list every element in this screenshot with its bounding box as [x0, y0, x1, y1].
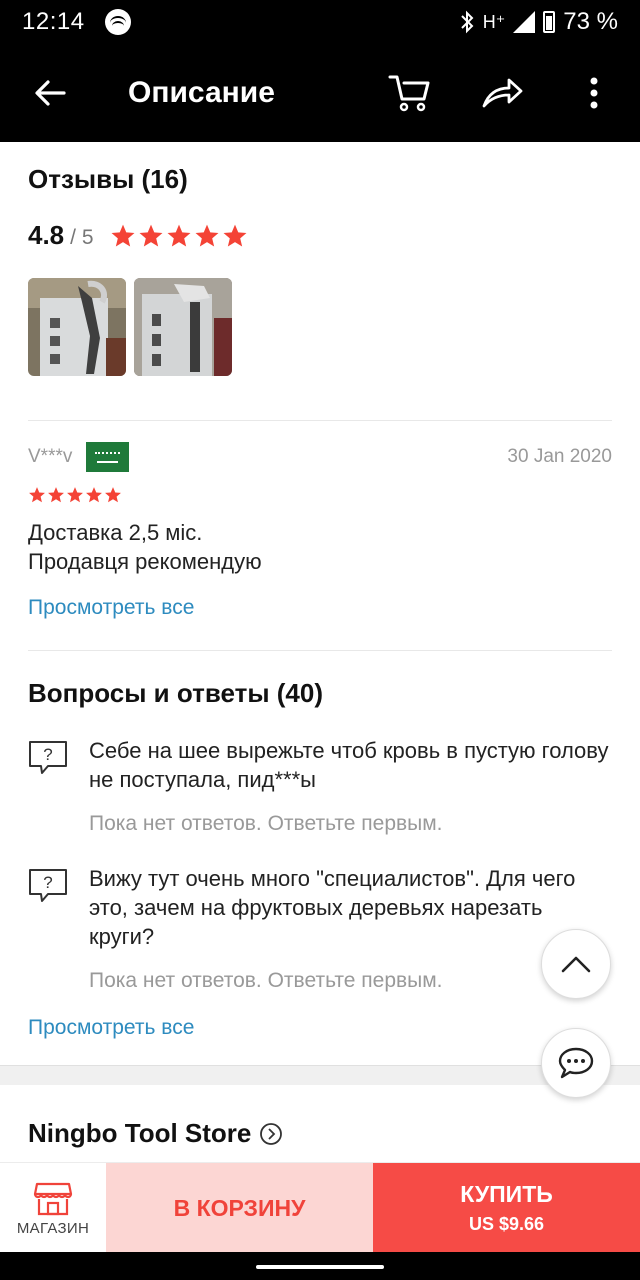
star-icon: [105, 487, 121, 503]
reviews-title: Отзывы (16): [28, 164, 188, 194]
qa-answer-status[interactable]: Пока нет ответов. Ответьте первым.: [89, 812, 612, 836]
store-icon: [33, 1182, 73, 1215]
rating-summary: 4.8 / 5: [28, 220, 248, 251]
chat-button[interactable]: [541, 1028, 611, 1098]
review-item: V***v 30 Jan 2020 Доставка 2,5 міс. Прод…: [28, 442, 612, 620]
store-header[interactable]: Ningbo Tool Store: [28, 1118, 283, 1149]
shop-button[interactable]: МАГАЗИН: [0, 1163, 106, 1253]
network-type: H⁺: [482, 11, 506, 32]
svg-text:?: ?: [43, 873, 52, 892]
qa-question: Себе на шее вырежьте чтоб кровь в пустую…: [89, 738, 609, 792]
back-button[interactable]: [0, 44, 100, 142]
review-text-line: Продавця рекомендую: [28, 549, 262, 574]
system-nav-bar: [0, 1252, 640, 1280]
app-bar: Описание: [0, 44, 640, 142]
qa-answer-status[interactable]: Пока нет ответов. Ответьте первым.: [89, 969, 612, 993]
buy-now-button[interactable]: КУПИТЬ US $9.66: [373, 1163, 640, 1253]
chevron-right-circle-icon: [260, 1122, 283, 1145]
star-icon: [139, 224, 162, 247]
star-icon: [223, 224, 246, 247]
scroll-to-top-button[interactable]: [541, 929, 611, 999]
battery-icon: [543, 11, 556, 33]
cart-icon: [388, 75, 430, 112]
store-name: Ningbo Tool Store: [28, 1118, 252, 1148]
bottom-action-bar: МАГАЗИН В КОРЗИНУ КУПИТЬ US $9.66: [0, 1162, 640, 1253]
review-photo-1[interactable]: [28, 278, 126, 376]
spotify-icon: [104, 9, 131, 35]
more-vert-icon: [590, 77, 598, 109]
status-time: 12:14: [22, 8, 85, 35]
star-icon: [195, 224, 218, 247]
question-bubble-icon: ?: [29, 741, 67, 774]
share-button[interactable]: [456, 44, 548, 142]
review-photos: [28, 278, 232, 376]
cart-button[interactable]: [364, 44, 456, 142]
page-title: Описание: [128, 76, 275, 109]
signal-icon: [513, 11, 536, 33]
rating-stars: [110, 223, 248, 249]
qa-view-all-link[interactable]: Просмотреть все: [28, 1016, 194, 1040]
chevron-up-icon: [561, 956, 591, 973]
country-flag-icon: [86, 442, 130, 472]
home-gesture-pill[interactable]: [256, 1265, 384, 1269]
star-icon: [111, 224, 134, 247]
status-bar: 12:14 H⁺ 73 %: [0, 0, 640, 44]
status-indicators: H⁺ 73 %: [459, 8, 618, 36]
star-icon: [167, 224, 190, 247]
chat-bubble-icon: [558, 1047, 594, 1079]
qa-item: ? Вижу тут очень много "специалистов". Д…: [28, 864, 612, 993]
share-icon: [482, 78, 523, 108]
review-stars: [28, 486, 612, 504]
shop-label: МАГАЗИН: [16, 1219, 90, 1237]
divider: [28, 420, 612, 421]
star-icon: [86, 487, 102, 503]
buy-price: US $9.66: [468, 1214, 545, 1234]
svg-text:?: ?: [43, 745, 52, 764]
qa-question: Вижу тут очень много "специалистов". Для…: [89, 866, 576, 949]
star-icon: [48, 487, 64, 503]
reviews-view-all-link[interactable]: Просмотреть все: [28, 596, 612, 620]
review-date: 30 Jan 2020: [507, 446, 612, 467]
star-icon: [67, 487, 83, 503]
review-user: V***v: [28, 446, 73, 467]
qa-item: ? Себе на шее вырежьте чтоб кровь в пуст…: [28, 736, 612, 836]
rating-max: / 5: [70, 226, 94, 249]
arrow-left-icon: [35, 80, 66, 106]
question-bubble-icon: ?: [29, 869, 67, 902]
bluetooth-icon: [461, 10, 474, 34]
content-scroll[interactable]: Отзывы (16) 4.8 / 5 V***v 30 Jan 2020 До…: [0, 142, 640, 1162]
star-icon: [29, 487, 45, 503]
battery-percent: 73 %: [563, 8, 618, 35]
add-to-cart-button[interactable]: В КОРЗИНУ: [106, 1163, 373, 1253]
rating-value: 4.8: [28, 220, 65, 250]
more-button[interactable]: [548, 44, 640, 142]
qa-title: Вопросы и ответы (40): [28, 678, 324, 708]
review-text: Доставка 2,5 міс. Продавця рекомендую: [28, 518, 612, 576]
review-text-line: Доставка 2,5 міс.: [28, 520, 203, 545]
review-photo-2[interactable]: [134, 278, 232, 376]
divider: [28, 650, 612, 651]
buy-label: КУПИТЬ: [460, 1181, 553, 1207]
